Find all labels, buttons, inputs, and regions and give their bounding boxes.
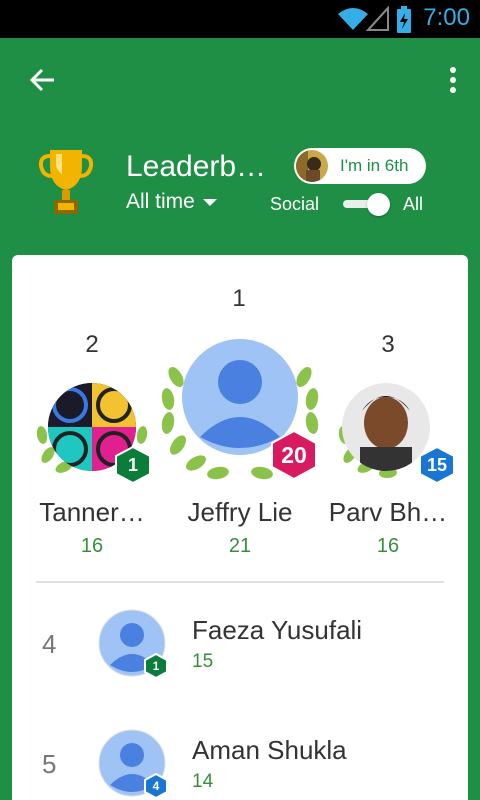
toggle-thumb bbox=[367, 193, 391, 216]
leaderboard-card: 1 20 Jeffry Lie 21 2 1 Tanner… 16 3 15 P… bbox=[12, 255, 468, 800]
trophy-icon bbox=[38, 150, 94, 214]
signal-icon bbox=[366, 6, 389, 31]
level-badge-value: 1 bbox=[127, 454, 138, 475]
back-arrow-icon bbox=[29, 68, 54, 92]
row-score: 15 bbox=[192, 651, 214, 672]
toggle-label-all: All bbox=[403, 193, 424, 214]
wifi-icon bbox=[338, 8, 368, 30]
avatar bbox=[296, 150, 328, 182]
my-rank-chip[interactable]: I'm in 6th bbox=[294, 148, 426, 184]
podium-rank-1: 1 bbox=[232, 285, 246, 312]
podium-score-1: 21 bbox=[228, 535, 252, 557]
time-filter-dropdown[interactable]: All time bbox=[126, 190, 217, 214]
my-rank-label: I'm in 6th bbox=[340, 156, 409, 175]
level-badge-value: 20 bbox=[281, 441, 307, 468]
podium-rank-2: 2 bbox=[85, 331, 99, 358]
battery-icon bbox=[397, 6, 411, 33]
row-rank: 5 bbox=[42, 749, 57, 779]
row-name: Aman Shukla bbox=[192, 735, 347, 765]
row-name: Faeza Yusufali bbox=[192, 615, 363, 645]
podium-name-2: Tanner… bbox=[39, 497, 145, 527]
more-vert-icon bbox=[450, 67, 456, 93]
level-badge-value: 4 bbox=[152, 779, 160, 793]
divider bbox=[36, 581, 444, 583]
toggle-label-social: Social bbox=[270, 193, 320, 214]
scope-toggle-row: Social All bbox=[270, 192, 423, 216]
list-item[interactable]: 5 4 Aman Shukla 14 bbox=[12, 715, 468, 800]
podium-name-1: Jeffry Lie bbox=[187, 497, 293, 527]
level-badge-value: 1 bbox=[152, 659, 160, 673]
more-options-button[interactable] bbox=[436, 60, 470, 100]
dropdown-caret-icon bbox=[202, 198, 217, 206]
podium-score-3: 16 bbox=[376, 535, 400, 557]
podium-avatar-3[interactable]: 15 bbox=[338, 383, 455, 487]
level-badge-value: 15 bbox=[426, 454, 448, 475]
podium-rank-3: 3 bbox=[381, 331, 395, 358]
avatar bbox=[342, 383, 430, 471]
social-all-toggle[interactable] bbox=[343, 192, 391, 216]
podium-avatar-2[interactable]: 1 bbox=[36, 383, 151, 487]
row-score: 14 bbox=[192, 771, 214, 792]
podium-avatar-1[interactable]: 20 bbox=[158, 337, 322, 487]
status-time: 7:00 bbox=[423, 4, 470, 31]
row-rank: 4 bbox=[42, 629, 57, 659]
podium-score-2: 16 bbox=[80, 535, 104, 557]
page-title: Leaderb… bbox=[126, 150, 267, 183]
time-filter-label: All time bbox=[126, 190, 195, 213]
podium-name-3: Parv Bh… bbox=[328, 497, 448, 527]
list-item[interactable]: 4 1 Faeza Yusufali 15 bbox=[12, 595, 468, 705]
status-bar: 7:00 bbox=[0, 0, 480, 38]
back-button[interactable] bbox=[18, 60, 66, 100]
